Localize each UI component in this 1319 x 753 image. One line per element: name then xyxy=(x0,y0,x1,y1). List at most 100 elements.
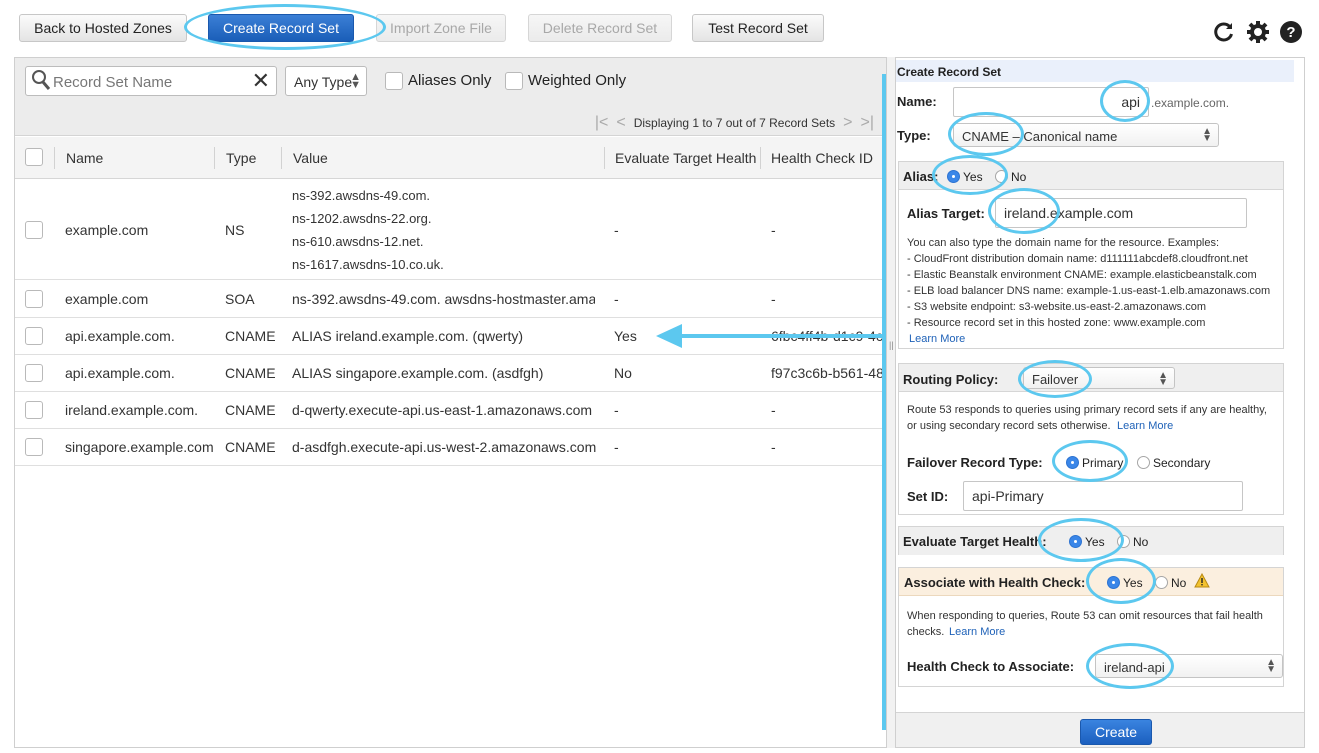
alias-label: Alias: xyxy=(903,169,939,184)
table-row[interactable]: singapore.example.com CNAME d-asdfgh.exe… xyxy=(15,429,886,466)
row-name: example.com xyxy=(65,291,149,307)
record-sets-panel: Record Set Name ✕ Any Type ▲ ▼ Aliases On… xyxy=(14,57,887,748)
delete-record-set-button[interactable]: Delete Record Set xyxy=(528,14,672,42)
create-button[interactable]: Create xyxy=(1080,719,1152,745)
failover-primary-radio[interactable] xyxy=(1066,456,1079,469)
import-zone-file-button[interactable]: Import Zone File xyxy=(376,14,506,42)
row-health-check-id: - xyxy=(771,222,776,238)
row-name: example.com xyxy=(65,222,149,238)
create-record-set-form: Create Record Set Name: api .example.com… xyxy=(895,57,1305,748)
help-icon[interactable]: ? xyxy=(1279,20,1303,50)
table-row[interactable]: ireland.example.com. CNAME d-qwerty.exec… xyxy=(15,392,886,429)
select-arrows-icon: ▲ ▼ xyxy=(1266,657,1276,675)
table-row[interactable]: api.example.com. CNAME ALIAS singapore.e… xyxy=(15,355,886,392)
column-header-value[interactable]: Value xyxy=(293,150,328,166)
routing-learn-more-link[interactable]: Learn More xyxy=(1117,418,1173,434)
health-check-value: ireland-api xyxy=(1104,660,1165,675)
create-record-set-button[interactable]: Create Record Set xyxy=(208,14,354,42)
row-checkbox[interactable] xyxy=(25,401,43,419)
evaluate-target-health-header: Evaluate Target Health: Yes No xyxy=(899,527,1283,555)
back-to-hosted-zones-button[interactable]: Back to Hosted Zones xyxy=(19,14,187,42)
row-type: NS xyxy=(225,222,245,238)
splitter-grip-icon: || xyxy=(889,340,894,350)
panel-splitter[interactable]: || xyxy=(887,57,895,748)
associate-health-check-section: Associate with Health Check: Yes No When… xyxy=(898,567,1284,687)
aliases-only-checkbox[interactable] xyxy=(385,72,403,90)
row-type: CNAME xyxy=(225,402,276,418)
row-evaluate-target-health: - xyxy=(614,439,619,455)
search-placeholder: Record Set Name xyxy=(53,74,173,91)
type-filter-select[interactable]: Any Type ▲ ▼ xyxy=(285,66,367,96)
record-type-select[interactable]: CNAME – Canonical name ▲ ▼ xyxy=(953,123,1219,147)
name-value: api xyxy=(1121,94,1140,110)
row-type: CNAME xyxy=(225,328,276,344)
record-set-search-input[interactable]: Record Set Name ✕ xyxy=(25,66,277,96)
select-all-checkbox[interactable] xyxy=(25,148,43,166)
row-checkbox[interactable] xyxy=(25,438,43,456)
alias-yes-radio[interactable] xyxy=(947,170,960,183)
weighted-only-checkbox[interactable] xyxy=(505,72,523,90)
alias-no-label: No xyxy=(1011,170,1027,184)
routing-policy-value: Failover xyxy=(1032,372,1079,387)
associate-no-radio[interactable] xyxy=(1155,576,1168,589)
failover-secondary-radio[interactable] xyxy=(1137,456,1150,469)
routing-policy-label: Routing Policy: xyxy=(903,372,999,387)
row-checkbox[interactable] xyxy=(25,290,43,308)
table-row[interactable]: example.com NS ns-392.awsdns-49.com. ns-… xyxy=(15,180,886,280)
row-checkbox[interactable] xyxy=(25,327,43,345)
column-header-type[interactable]: Type xyxy=(226,150,256,166)
routing-help-text: Route 53 responds to queries using prima… xyxy=(907,404,1267,416)
health-check-to-associate-label: Health Check to Associate: xyxy=(907,659,1075,674)
associate-learn-more-link[interactable]: Learn More xyxy=(949,624,1005,640)
evaluate-yes-radio[interactable] xyxy=(1069,535,1082,548)
associate-yes-radio[interactable] xyxy=(1107,576,1120,589)
row-type: SOA xyxy=(225,291,255,307)
form-title: Create Record Set xyxy=(896,60,1294,82)
next-page-icon[interactable]: > xyxy=(843,114,852,132)
select-arrows-icon: ▲ ▼ xyxy=(1158,370,1168,388)
row-value: ns-392.awsdns-49.com. awsdns-hostmaster.… xyxy=(292,291,595,307)
column-header-name[interactable]: Name xyxy=(66,150,103,166)
evaluate-no-radio[interactable] xyxy=(1117,535,1130,548)
name-input[interactable]: api xyxy=(953,87,1149,117)
row-value: ns-392.awsdns-49.com. xyxy=(292,188,431,203)
row-value: d-asdfgh.execute-api.us-west-2.amazonaws… xyxy=(292,439,597,455)
gear-icon[interactable] xyxy=(1246,20,1270,50)
evaluate-target-health-label: Evaluate Target Health: xyxy=(903,534,1047,549)
alias-help-text: You can also type the domain name for th… xyxy=(907,237,1220,249)
select-arrows-icon: ▲ ▼ xyxy=(1202,126,1212,144)
table-row[interactable]: example.com SOA ns-392.awsdns-49.com. aw… xyxy=(15,280,886,318)
set-id-value: api-Primary xyxy=(972,488,1044,504)
routing-policy-select[interactable]: Failover ▲ ▼ xyxy=(1023,367,1175,389)
row-checkbox[interactable] xyxy=(25,221,43,239)
search-icon xyxy=(31,69,51,91)
last-page-icon[interactable]: >| xyxy=(861,114,875,132)
alias-help-text: - CloudFront distribution domain name: d… xyxy=(907,253,1248,265)
row-value: ALIAS ireland.example.com. (qwerty) xyxy=(292,328,524,344)
svg-text:?: ? xyxy=(1286,24,1295,41)
column-separator xyxy=(54,147,55,169)
associate-help-text: When responding to queries, Route 53 can… xyxy=(907,610,1263,622)
set-id-input[interactable]: api-Primary xyxy=(963,481,1243,511)
health-check-select[interactable]: ireland-api ▲ ▼ xyxy=(1095,654,1283,678)
row-checkbox[interactable] xyxy=(25,364,43,382)
aliases-only-label: Aliases Only xyxy=(408,72,492,89)
alias-learn-more-link[interactable]: Learn More xyxy=(909,331,965,347)
alias-no-radio[interactable] xyxy=(995,170,1008,183)
first-page-icon[interactable]: |< xyxy=(595,114,609,132)
row-value: ns-1617.awsdns-10.co.uk. xyxy=(292,257,444,272)
prev-page-icon[interactable]: < xyxy=(616,114,625,132)
test-record-set-button[interactable]: Test Record Set xyxy=(692,14,824,42)
column-header-evaluate-target-health[interactable]: Evaluate Target Health xyxy=(615,150,756,166)
refresh-icon[interactable] xyxy=(1212,20,1236,50)
row-value: ns-610.awsdns-12.net. xyxy=(292,234,424,249)
alias-target-input[interactable]: ireland.example.com xyxy=(995,198,1247,228)
clear-search-icon[interactable]: ✕ xyxy=(252,68,270,94)
failover-primary-label: Primary xyxy=(1082,456,1124,470)
alias-section-header: Alias: Yes No xyxy=(899,162,1283,190)
weighted-only-label: Weighted Only xyxy=(528,72,627,89)
column-header-health-check-id[interactable]: Health Check ID xyxy=(771,150,873,166)
row-value: ns-1202.awsdns-22.org. xyxy=(292,211,432,226)
table-header: Name Type Value Evaluate Target Health H… xyxy=(15,137,886,179)
evaluate-yes-label: Yes xyxy=(1085,535,1105,549)
